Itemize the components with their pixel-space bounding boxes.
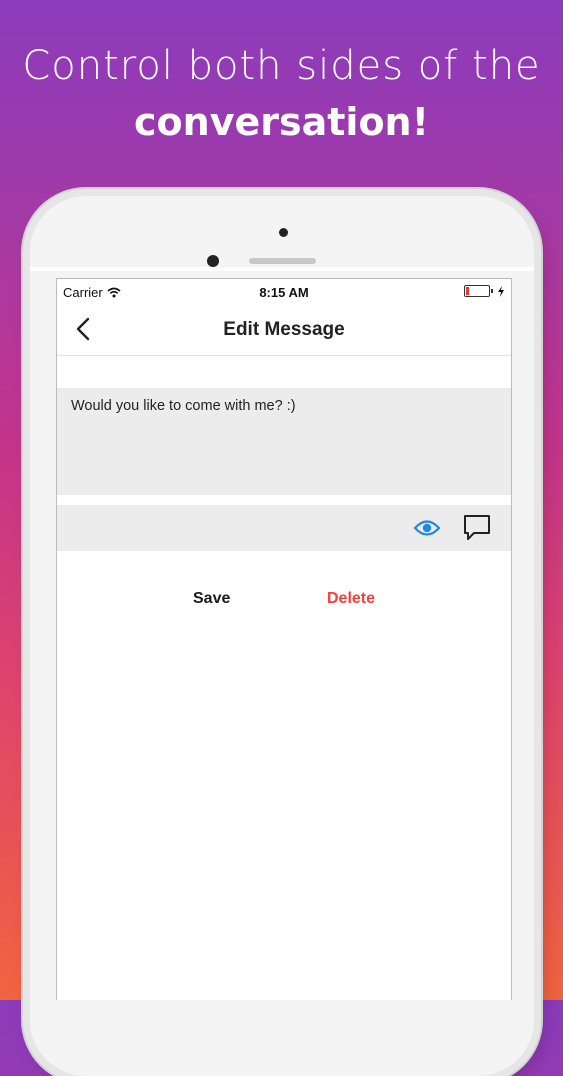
headline-line-2: conversation! (134, 100, 429, 144)
proximity-sensor (207, 255, 219, 267)
message-actions: Save Delete (57, 586, 511, 616)
save-button[interactable]: Save (185, 586, 238, 612)
status-time: 8:15 AM (259, 285, 309, 300)
earpiece-speaker (249, 258, 316, 264)
battery-indicator (464, 285, 505, 297)
battery-level (466, 287, 469, 295)
bezel-divider (30, 267, 534, 271)
message-toolbar (57, 505, 511, 551)
headline-line-1: Control both sides of the (22, 43, 541, 89)
message-text: Would you like to come with me? :) (71, 398, 296, 414)
app-screen: Carrier 8:15 AM Edit Message Would you l… (56, 278, 512, 1000)
preview-button[interactable] (413, 516, 441, 540)
battery-icon (464, 285, 493, 297)
front-camera (279, 228, 288, 237)
delete-button[interactable]: Delete (319, 586, 383, 612)
status-bar: Carrier 8:15 AM (57, 279, 511, 305)
speech-bubble-icon (464, 515, 490, 540)
promo-headline: Control both sides of the conversation! (0, 40, 563, 152)
message-text-area[interactable]: Would you like to come with me? :) (57, 388, 511, 496)
charging-bolt-icon (498, 285, 504, 297)
page-title: Edit Message (223, 319, 345, 340)
navigation-bar: Edit Message (57, 305, 511, 356)
reply-side-button[interactable] (461, 513, 493, 543)
eye-icon (414, 520, 440, 536)
